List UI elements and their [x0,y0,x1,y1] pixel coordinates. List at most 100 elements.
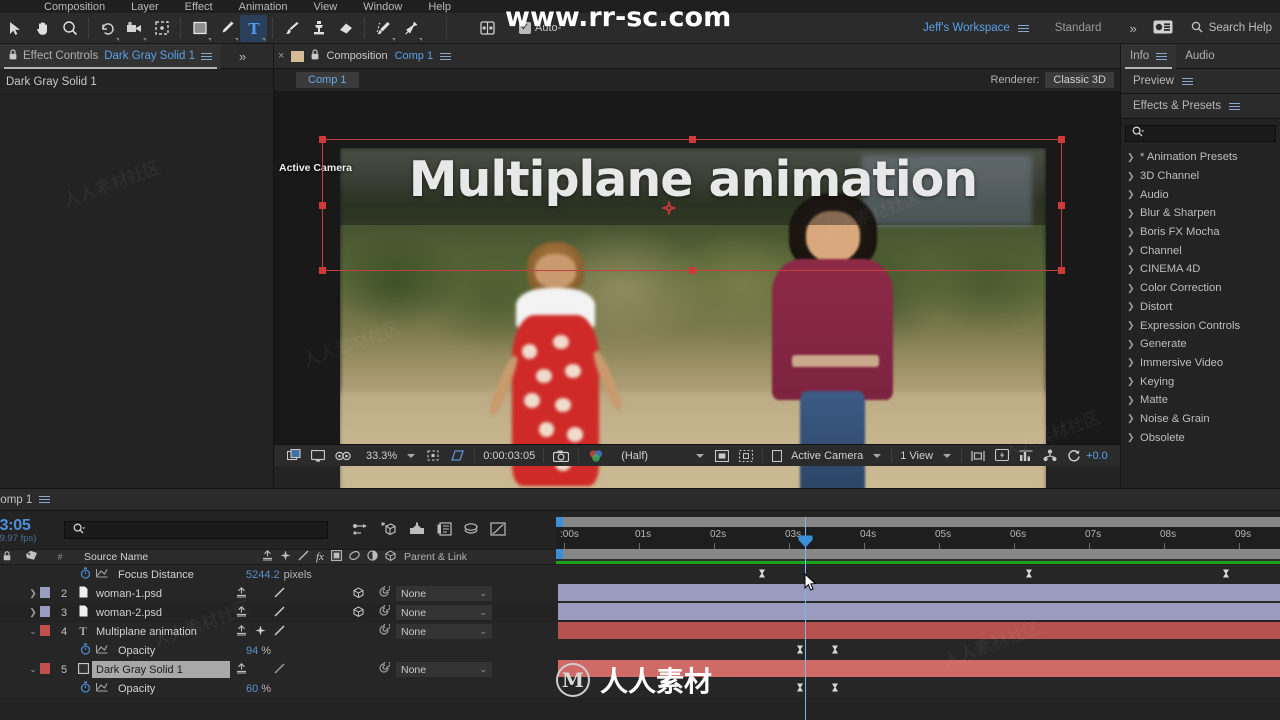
keyframe-icon[interactable] [796,683,804,692]
stopwatch-icon[interactable] [80,681,96,696]
roto-brush-tool[interactable] [370,15,397,42]
parent-dropdown[interactable]: None ⌄ [396,586,492,601]
camera-view-icon[interactable] [767,445,787,467]
workspace-name[interactable]: Jeff's Workspace [923,22,1010,34]
layer-duration-bar[interactable] [558,622,1280,639]
effects-category-item[interactable]: ❯ Obsolete [1121,428,1280,447]
quality-icon[interactable] [274,625,285,639]
motion-blur-icon[interactable] [408,522,426,539]
search-help[interactable]: Search Help [1191,21,1272,36]
anchor-point-icon[interactable] [660,199,678,217]
rotation-tool[interactable] [94,15,121,42]
view-layout-dropdown[interactable]: 1 View [896,450,937,462]
channel-rgb-icon[interactable] [583,445,609,467]
selection-handle-ml[interactable] [319,201,326,209]
effects-category-item[interactable]: ❯ Color Correction [1121,279,1280,298]
stopwatch-icon[interactable] [80,567,96,582]
resolution-value[interactable]: (Half) [617,450,652,462]
effects-category-item[interactable]: ❯ * Animation Presets [1121,148,1280,167]
menu-item-animation[interactable]: Animation [239,1,288,13]
layer-name[interactable]: Multiplane animation [92,626,230,638]
toggle-transparency-grid-icon[interactable] [282,445,306,467]
timeline-ruler[interactable]: :00s 01s 02s 03s 04s 05s 06s 07s 08s 09s [556,527,1280,549]
composition-panel-menu-icon[interactable] [440,51,452,62]
stopwatch-icon[interactable] [80,643,96,658]
parent-dropdown[interactable]: None ⌄ [396,605,492,620]
effects-category-item[interactable]: ❯ Audio [1121,185,1280,204]
menu-item-window[interactable]: Window [363,1,402,13]
track-row-opacity-text[interactable] [556,640,1280,659]
graph-editor-set-icon[interactable] [95,682,114,695]
3d-layer-icon[interactable] [353,586,364,601]
layer-switches[interactable] [230,662,378,677]
property-value[interactable]: 94 [246,645,258,657]
selection-handle-bc[interactable] [688,267,696,274]
preview-section-header[interactable]: Preview [1121,69,1280,94]
graph-editor-icon[interactable] [437,521,452,539]
shy-icon[interactable] [236,662,247,677]
parent-pick-whip-icon[interactable] [378,584,391,601]
parent-pick-whip-icon[interactable] [378,603,391,620]
toggle-guides-icon[interactable] [734,445,758,467]
track-row-focus-distance[interactable] [556,564,1280,583]
effects-category-item[interactable]: ❯ Expression Controls [1121,316,1280,335]
resolution-dropdown-icon[interactable] [696,453,705,458]
quality-icon[interactable] [274,663,285,677]
close-icon[interactable]: × [278,50,284,62]
effects-category-item[interactable]: ❯ Channel [1121,241,1280,260]
selection-handle-bl[interactable] [319,267,326,274]
track-row-dark-gray-solid[interactable] [556,659,1280,678]
shy-icon[interactable] [236,586,247,601]
expand-layer-icon[interactable]: ❯ [26,607,40,618]
graph-editor-set-icon[interactable] [95,644,114,657]
keyframe-icon[interactable] [831,683,839,692]
timeline-panel-menu-icon[interactable] [39,494,51,505]
info-panel-menu-icon[interactable] [1156,51,1168,62]
type-tool[interactable]: T [240,14,267,42]
auto-toggle[interactable]: ✓ Auto- [519,22,561,34]
tab-timeline-label[interactable]: Comp 1 [0,494,32,506]
reset-exposure-icon[interactable] [1062,445,1086,467]
menu-item-help[interactable]: Help [428,1,451,13]
effects-category-item[interactable]: ❯ Matte [1121,391,1280,410]
workspace-overflow-icon[interactable]: » [1129,21,1136,36]
3d-layer-icon[interactable] [353,605,364,620]
selection-handle-tl[interactable] [319,136,326,143]
shy-icon[interactable] [236,605,247,620]
zoom-dropdown-icon[interactable] [407,453,416,458]
pen-tool[interactable] [213,15,240,42]
timeline-search-input[interactable] [64,521,328,539]
graph-editor-toggle-icon[interactable] [490,521,506,539]
effects-category-item[interactable]: ❯ Boris FX Mocha [1121,223,1280,242]
lock-icon[interactable] [9,49,17,63]
collapse-layer-icon[interactable]: ⌄ [26,664,40,675]
workspace-layout-icon[interactable] [1153,20,1173,37]
layer-name[interactable]: woman-1.psd [92,588,230,600]
layer-switches[interactable] [230,586,378,601]
timeline-graph-icon[interactable] [1014,445,1038,467]
pixel-aspect-correction-icon[interactable] [966,445,990,467]
toggle-3d-view-icon[interactable] [330,445,356,467]
tab-audio[interactable]: Audio [1176,44,1223,69]
camera-dropdown-icon[interactable] [873,453,882,458]
selection-handle-br[interactable] [1058,267,1065,274]
property-value[interactable]: 60 [246,683,258,695]
layer-selection-box[interactable] [319,136,1065,274]
tab-info[interactable]: Info [1121,43,1177,69]
menu-item-view[interactable]: View [314,1,338,13]
parent-link-cell[interactable]: None ⌄ [378,622,498,639]
current-timecode[interactable]: 0:00:03:05 [479,450,539,462]
workspace-menu-icon[interactable] [1017,23,1029,34]
parent-dropdown[interactable]: None ⌄ [396,624,492,639]
keyframe-icon[interactable] [758,569,766,578]
keyframe-icon[interactable] [796,645,804,654]
work-area-bar-top[interactable] [556,517,1280,527]
keyframe-icon[interactable] [831,645,839,654]
toggle-transparency-icon[interactable] [445,445,470,467]
effects-category-item[interactable]: ❯ Blur & Sharpen [1121,204,1280,223]
property-value[interactable]: 5244.2 [246,569,280,581]
zoom-level[interactable]: 33.3% [362,450,401,462]
layer-color-swatch[interactable] [40,662,54,677]
layer-duration-bar[interactable] [558,660,1280,677]
effects-presets-panel-menu-icon[interactable] [1229,101,1240,112]
